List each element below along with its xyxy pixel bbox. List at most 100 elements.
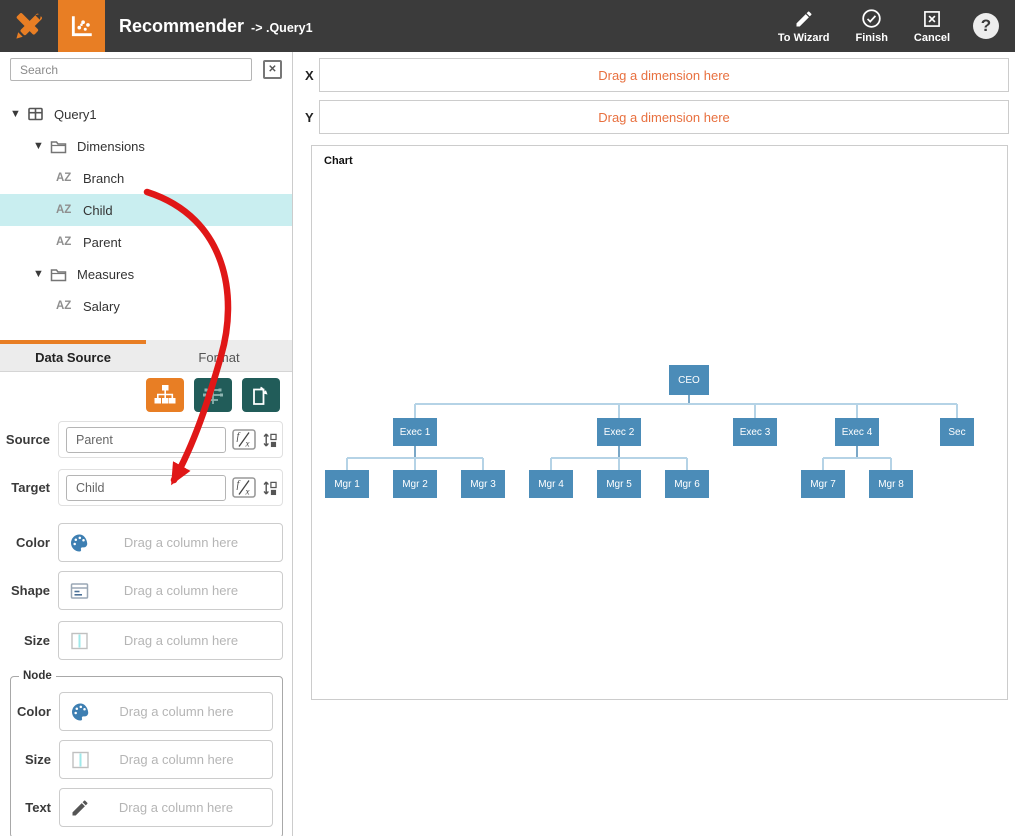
scatter-chart-icon [69, 13, 95, 39]
tab-format[interactable]: Format [146, 340, 292, 371]
size-icon [70, 750, 91, 770]
svg-text:f: f [237, 480, 241, 491]
header-bar: Recommender -> .Query1 To Wizard Finish … [0, 0, 1015, 52]
sort-icon[interactable] [262, 479, 277, 497]
formula-icon[interactable]: fx [232, 429, 256, 450]
cancel-button[interactable]: Cancel [914, 9, 950, 44]
svg-text:x: x [245, 439, 250, 449]
org-node-mgr-1: Mgr 1 [325, 470, 369, 498]
expander-icon[interactable]: ▼ [33, 140, 50, 152]
palette-icon [70, 702, 91, 722]
tree-item-parent[interactable]: AZ Parent [0, 226, 292, 258]
tree-item-label: Measures [77, 267, 134, 282]
org-chart: CEOExec 1Exec 2Exec 3Exec 4SecMgr 1Mgr 2… [312, 146, 1007, 699]
x-axis-drop-zone[interactable]: Drag a dimension here [319, 58, 1009, 92]
org-chart-icon [153, 384, 177, 406]
chart-preview-panel: Chart CEOExec 1Exec 2Exec 3Exec 4SecMgr … [311, 145, 1008, 700]
edge-shape-drop-zone[interactable]: Drag a column here [58, 571, 283, 610]
finish-button[interactable]: Finish [856, 8, 888, 44]
target-value[interactable]: Child [66, 475, 226, 501]
rotate-page-type-button[interactable] [242, 378, 280, 412]
y-axis-drop-zone[interactable]: Drag a dimension here [319, 100, 1009, 134]
edge-color-row: Color Drag a column here [0, 523, 292, 562]
az-icon: AZ [56, 300, 76, 312]
app-logo-icon [0, 8, 58, 44]
tree-item-measures[interactable]: ▼ Measures [0, 258, 292, 290]
az-icon: AZ [56, 204, 76, 216]
tree-item-child[interactable]: AZ Child [0, 194, 292, 226]
clear-search-button[interactable]: ✕ [263, 60, 282, 79]
expander-icon[interactable]: ▼ [10, 108, 27, 120]
node-color-drop-zone[interactable]: Drag a column here [59, 692, 273, 731]
source-drop-zone[interactable]: Parent fx [58, 421, 283, 458]
x-square-icon [922, 9, 942, 29]
svg-text:f: f [237, 432, 241, 443]
edge-size-row: Size Drag a column here [0, 621, 292, 660]
question-icon: ? [981, 16, 991, 36]
sidebar: ✕ ▼Query1▼DimensionsAZBranchAZChildAZPar… [0, 52, 293, 836]
node-group-legend: Node [19, 670, 56, 682]
node-size-drop-zone[interactable]: Drag a column here [59, 740, 273, 779]
org-node-mgr-5: Mgr 5 [597, 470, 641, 498]
org-chart-type-button[interactable] [146, 378, 184, 412]
edge-color-drop-zone[interactable]: Drag a column here [58, 523, 283, 562]
org-node-exec-2: Exec 2 [597, 418, 641, 446]
az-icon: AZ [56, 236, 76, 248]
tree-item-label: Query1 [54, 107, 97, 122]
folder-icon [50, 267, 68, 282]
to-wizard-button[interactable]: To Wizard [778, 9, 830, 44]
svg-text:x: x [245, 487, 250, 497]
node-group: Node Color Drag a column here Size Drag … [10, 670, 283, 836]
node-color-row: Color Drag a column here [11, 692, 282, 731]
tree-item-dimensions[interactable]: ▼Dimensions [0, 130, 292, 162]
tab-data-source[interactable]: Data Source [0, 340, 146, 371]
tree-item-label: Parent [83, 235, 121, 250]
org-node-mgr-8: Mgr 8 [869, 470, 913, 498]
tree-item-label: Branch [83, 171, 124, 186]
target-binding-row: Target Child fx [0, 469, 292, 506]
edge-size-drop-zone[interactable]: Drag a column here [58, 621, 283, 660]
edge-shape-row: Shape Drag a column here [0, 571, 292, 610]
folder-icon [50, 139, 68, 154]
data-source-panel: Source Parent fx Target Child fx [0, 372, 292, 836]
org-node-exec-1: Exec 1 [393, 418, 437, 446]
check-circle-icon [861, 8, 882, 29]
expander-icon[interactable]: ▼ [33, 268, 50, 280]
palette-icon [69, 533, 90, 553]
org-node-sec: Sec [940, 418, 974, 446]
horizontal-tree-icon [201, 384, 225, 406]
pencil-icon [70, 798, 90, 818]
horizontal-tree-type-button[interactable] [194, 378, 232, 412]
source-value[interactable]: Parent [66, 427, 226, 453]
page-title: Recommender [119, 16, 244, 37]
tree-item-label: Child [83, 203, 113, 218]
org-node-ceo: CEO [669, 365, 709, 395]
node-text-drop-zone[interactable]: Drag a column here [59, 788, 273, 827]
tree-item-label: Salary [83, 299, 120, 314]
tree-item-salary[interactable]: AZ Salary [0, 290, 292, 322]
org-node-mgr-3: Mgr 3 [461, 470, 505, 498]
tree-item-branch[interactable]: AZBranch [0, 162, 292, 194]
table-icon [27, 106, 45, 122]
node-text-row: Text Drag a column here [11, 788, 282, 827]
org-node-mgr-7: Mgr 7 [801, 470, 845, 498]
page-subtitle: -> .Query1 [251, 21, 313, 35]
help-button[interactable]: ? [973, 13, 999, 39]
search-input[interactable] [10, 58, 252, 81]
org-node-exec-4: Exec 4 [835, 418, 879, 446]
org-node-mgr-2: Mgr 2 [393, 470, 437, 498]
chart-app-button[interactable] [58, 0, 105, 52]
main-area: X Drag a dimension here Y Drag a dimensi… [294, 52, 1015, 836]
formula-icon[interactable]: fx [232, 477, 256, 498]
breadcrumb: Recommender -> .Query1 [119, 16, 313, 37]
target-label: Target [0, 480, 58, 495]
rotate-page-icon [249, 384, 273, 406]
shape-icon [69, 581, 90, 601]
target-drop-zone[interactable]: Child fx [58, 469, 283, 506]
source-label: Source [0, 432, 58, 447]
x-axis-label: X [305, 68, 319, 83]
size-icon [69, 631, 90, 651]
sort-icon[interactable] [262, 431, 277, 449]
tree-item-query1[interactable]: ▼ Query1 [0, 98, 292, 130]
y-axis-row: Y Drag a dimension here [305, 100, 1009, 134]
